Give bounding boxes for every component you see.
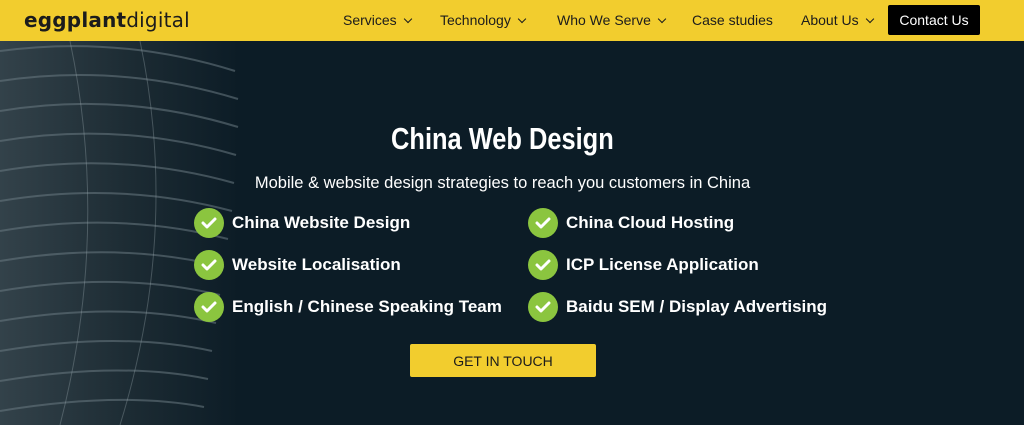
nav-case-studies[interactable]: Case studies [692,12,773,29]
feature-label: ICP License Application [566,255,759,274]
nav-label: Services [343,12,397,28]
chevron-down-icon [403,14,412,24]
check-circle-icon [528,292,558,322]
check-circle-icon [194,250,224,280]
check-circle-icon [528,208,558,238]
nav-label: Who We Serve [557,12,651,28]
get-in-touch-button[interactable]: GET IN TOUCH [410,344,596,377]
check-circle-icon [194,208,224,238]
feature-label: Baidu SEM / Display Advertising [566,297,828,316]
hero-title: China Web Design [391,121,614,156]
hero-section: China Web Design Mobile & website design… [0,41,1024,425]
check-circle-icon [194,292,224,322]
feature-item: Website Localisation [194,250,401,280]
hero-subtitle: Mobile & website design strategies to re… [254,174,751,192]
feature-label: English / Chinese Speaking Team [232,297,502,316]
feature-label: China Cloud Hosting [566,213,735,232]
logo-bold-text: eggplant [24,8,127,32]
nav-label: Technology [440,12,511,28]
feature-item: Baidu SEM / Display Advertising [528,292,827,322]
feature-item: China Website Design [194,208,410,238]
logo-light-text: digital [126,8,190,32]
contact-us-button[interactable]: Contact Us [888,5,980,35]
top-navigation-bar: eggplantdigital Services Technology Who … [0,0,1024,41]
chevron-down-icon [657,14,667,24]
feature-item: China Cloud Hosting [528,208,734,238]
nav-label: About Us [801,12,859,28]
check-circle-icon [528,250,558,280]
nav-label: Case studies [692,12,773,28]
feature-item: English / Chinese Speaking Team [194,292,502,322]
feature-label: Website Localisation [232,255,401,274]
feature-label: China Website Design [232,213,411,232]
chevron-down-icon [865,14,874,24]
nav-who-we-serve[interactable]: Who We Serve [557,12,667,29]
nav-services[interactable]: Services [343,12,412,29]
feature-item: ICP License Application [528,250,759,280]
nav-about-us[interactable]: About Us [801,12,874,29]
chevron-down-icon [517,14,527,24]
nav-technology[interactable]: Technology [440,12,527,29]
site-logo[interactable]: eggplantdigital [24,8,190,32]
